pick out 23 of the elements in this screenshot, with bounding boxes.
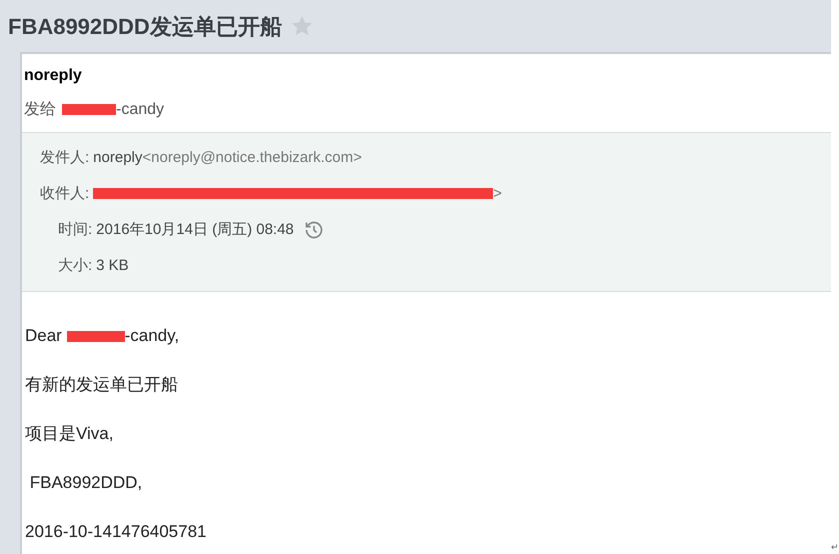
body-text: FBA8992DDD, (28, 472, 142, 494)
recipient-name: -candy (116, 100, 164, 120)
detail-value: > (493, 184, 502, 204)
detail-label: 收件人: (40, 184, 90, 204)
paragraph-mark: ↵ (831, 540, 839, 554)
body-text: 有新的发运单已开船 (25, 374, 178, 396)
detail-value: 3 KB (96, 256, 129, 276)
detail-name: noreply (93, 148, 142, 168)
detail-value: <noreply@notice.thebizark.com> (142, 148, 362, 168)
redaction-mark (62, 104, 116, 116)
email-subject: FBA8992DDD发运单已开船 (8, 12, 282, 40)
history-icon[interactable] (304, 220, 324, 240)
detail-value: 2016年10月14日 (周五) 08:48 (96, 220, 294, 240)
detail-label: 发件人: (40, 148, 90, 168)
body-text: 2016-10-141476405781 (25, 521, 207, 544)
recipient-label: 发给 (24, 100, 56, 120)
body-text: Dear (25, 325, 63, 348)
detail-label: 大小: (58, 256, 92, 276)
redaction-mark (66, 330, 125, 342)
sender-name: noreply (24, 66, 83, 86)
detail-label: 时间: (58, 220, 92, 240)
body-text: 项目是Viva, (25, 423, 114, 446)
body-text: -candy, (124, 325, 180, 348)
